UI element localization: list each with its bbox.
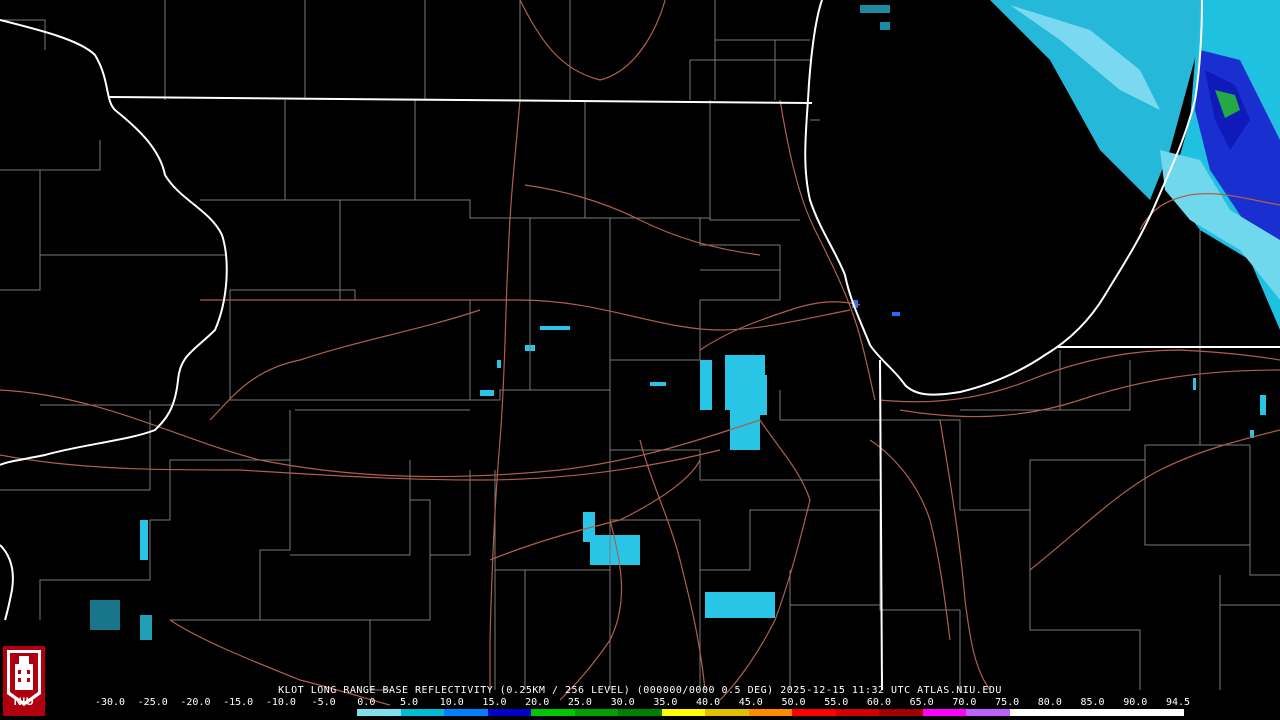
colorbar-segment [270,709,314,716]
colorbar-tick: 25.0 [567,697,592,708]
colorbar-segment [574,709,619,716]
colorbar-segment [835,709,880,716]
colorbar-tick: 5.0 [400,697,419,708]
colorbar-tick: -5.0 [311,697,336,708]
colorbar-tick: 75.0 [995,697,1020,708]
colorbar-tick: 40.0 [696,697,721,708]
colorbar-segment [792,709,836,716]
colorbar-tick: -15.0 [223,697,254,708]
colorbar-tick: -25.0 [137,697,168,708]
colorbar-segment [226,709,271,716]
product-title: KLOT LONG RANGE BASE REFLECTIVITY (0.25K… [278,685,1002,696]
niu-logo-text: NIU [13,696,35,708]
colorbar-tick: 10.0 [439,697,464,708]
colorbar-tick: 80.0 [1037,697,1062,708]
colorbar-segment [618,709,662,716]
colorbar-segment [1096,709,1141,716]
colorbar-tick: 0.0 [357,697,376,708]
colorbar-segment [748,709,793,716]
colorbar-segment [1053,709,1097,716]
colorbar-tick: 15.0 [482,697,507,708]
colorbar-segment [139,709,184,716]
reflectivity-colorbar [96,709,1184,716]
colorbar-tick: -10.0 [265,697,296,708]
colorbar-segment [96,709,140,716]
colorbar-tick: 45.0 [738,697,763,708]
colorbar-segment [966,709,1010,716]
colorbar-tick: 60.0 [866,697,891,708]
colorbar-segment [879,709,923,716]
colorbar-segment [661,709,706,716]
colorbar-tick: -20.0 [180,697,211,708]
colorbar-segment [313,709,358,716]
colorbar-tick-labels: -30.0 -25.0 -20.0 -15.0 -10.0 -5.0 0.0 5.0 10.0 1… [0,697,1280,709]
colorbar-segment [183,709,227,716]
colorbar-segment [705,709,749,716]
colorbar-segment [487,709,532,716]
colorbar-segment [1009,709,1054,716]
colorbar-segment [357,709,401,716]
colorbar-tick: 50.0 [781,697,806,708]
colorbar-tick: 65.0 [909,697,934,708]
colorbar-segment [400,709,445,716]
colorbar-tick: 55.0 [824,697,849,708]
colorbar-tick: 90.0 [1123,697,1148,708]
colorbar-tick: 30.0 [610,697,635,708]
colorbar-segment [531,709,575,716]
colorbar-tick: 85.0 [1080,697,1105,708]
colorbar-segment [444,709,488,716]
colorbar-segment [922,709,967,716]
colorbar-tick: -30.0 [94,697,126,708]
colorbar-tick: 35.0 [653,697,678,708]
colorbar-tick: 20.0 [525,697,550,708]
colorbar-tick: 94.5 [1165,697,1191,708]
colorbar-segment [1140,709,1184,716]
radar-map[interactable] [0,0,1280,720]
colorbar-tick: 70.0 [952,697,977,708]
